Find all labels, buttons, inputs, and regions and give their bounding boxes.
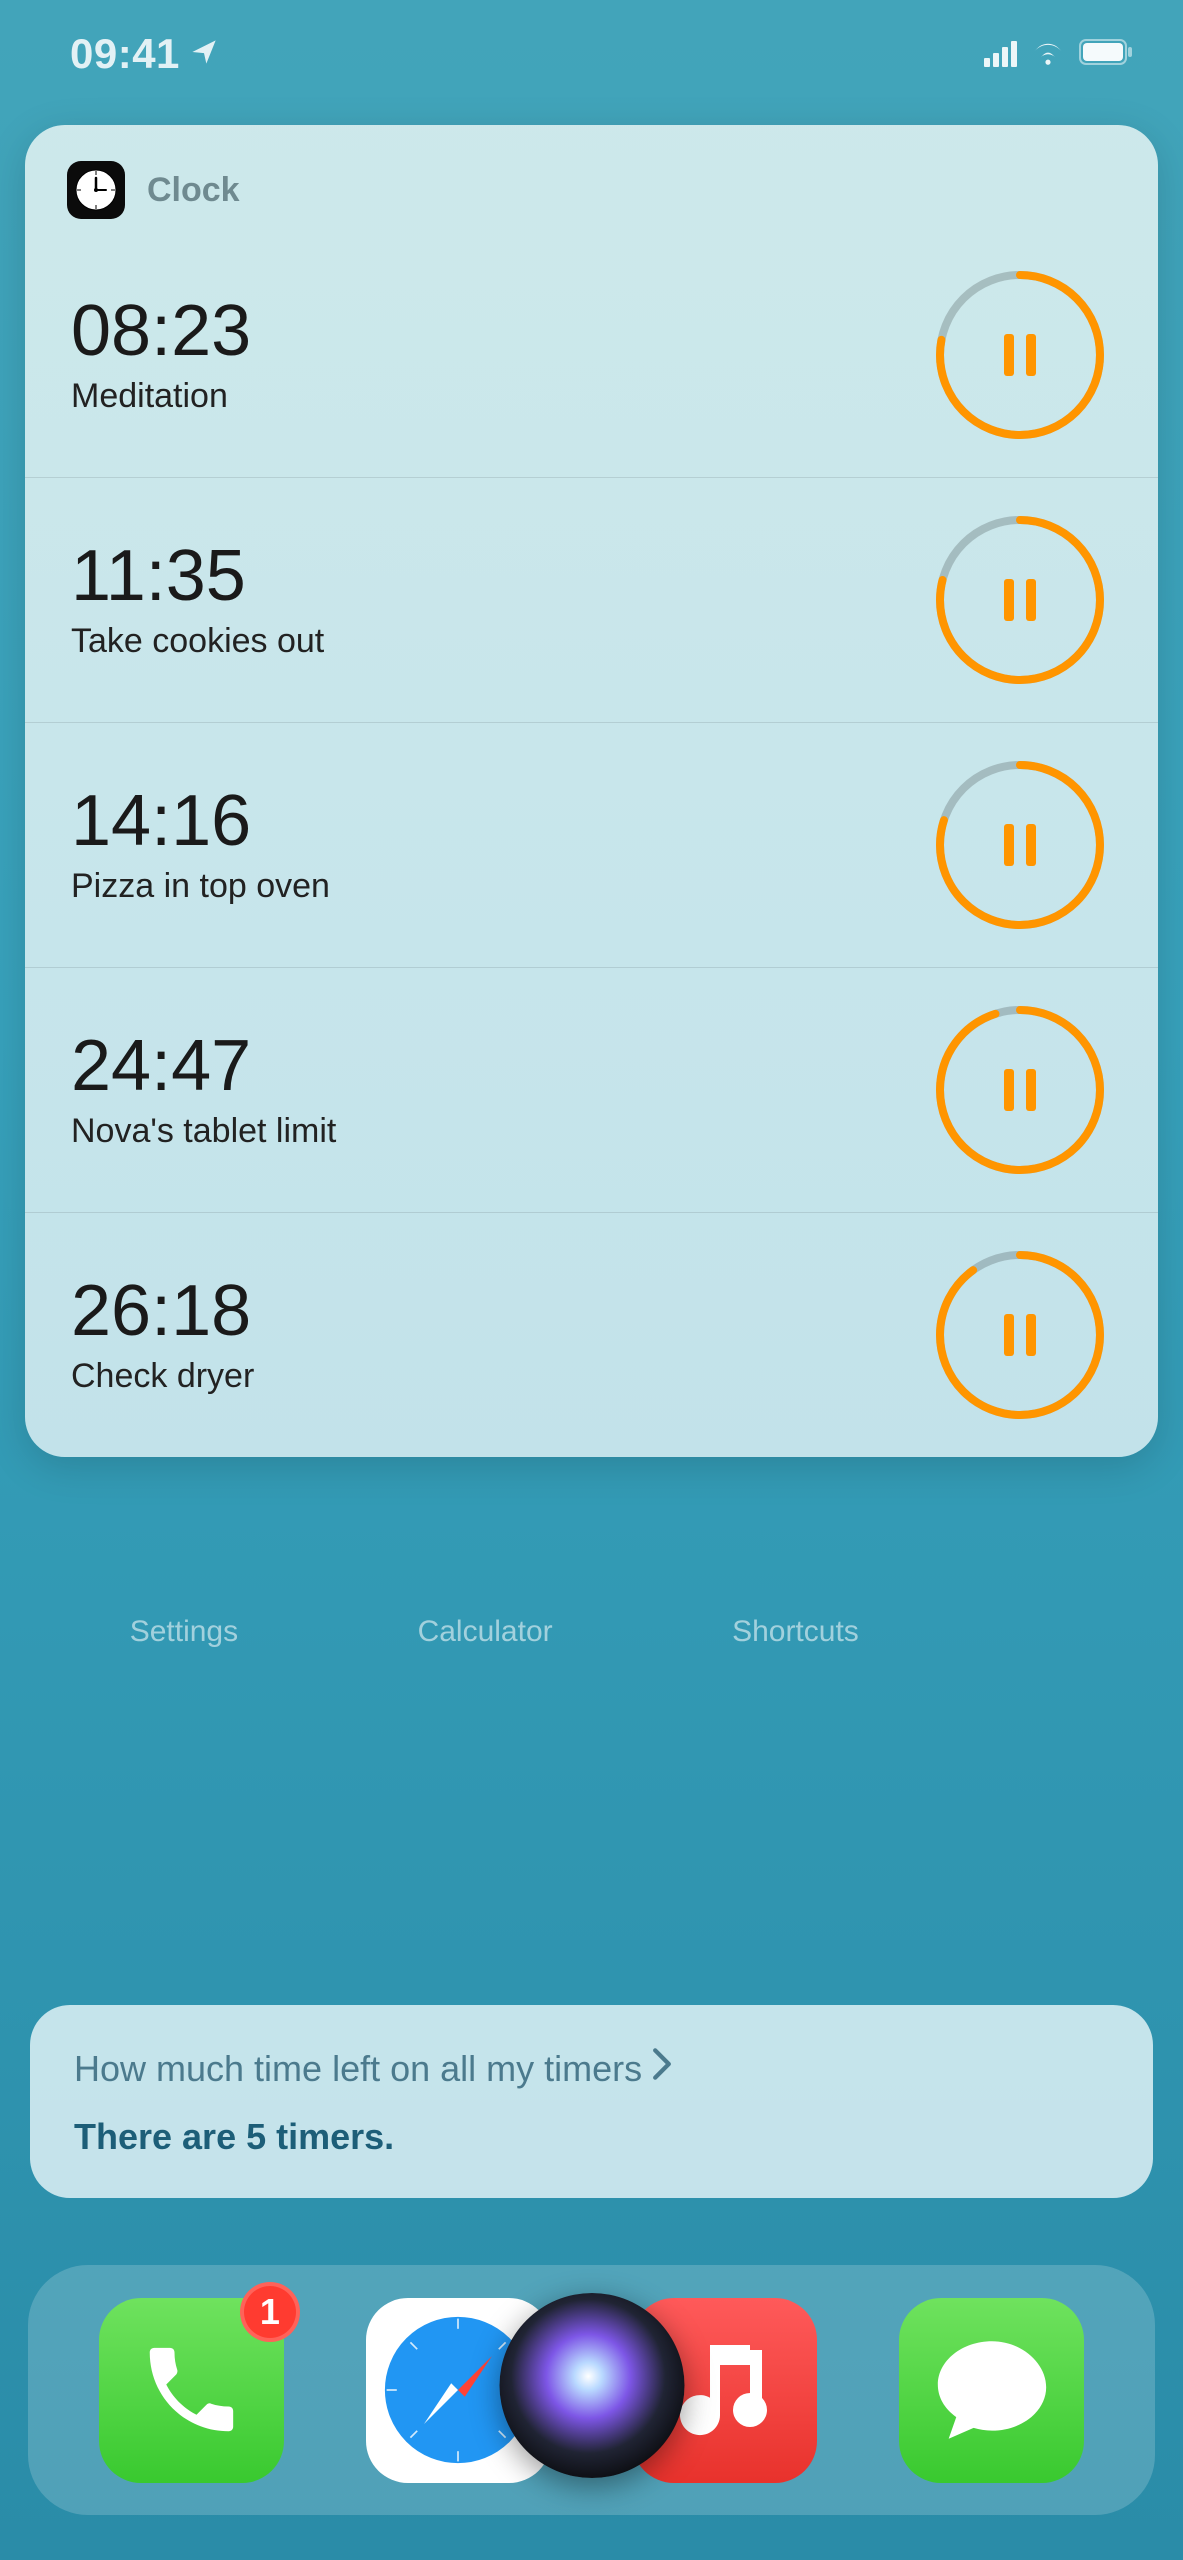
timer-info: 11:35 Take cookies out bbox=[71, 540, 324, 661]
pause-button[interactable] bbox=[934, 1004, 1106, 1176]
bg-app-label: Settings bbox=[130, 1615, 238, 1649]
phone-app-icon[interactable]: 1 bbox=[99, 2298, 284, 2483]
clock-app-icon bbox=[67, 161, 125, 219]
location-arrow-icon bbox=[190, 38, 218, 71]
timer-info: 26:18 Check dryer bbox=[71, 1275, 254, 1396]
siri-query-text: How much time left on all my timers bbox=[74, 2048, 642, 2090]
timer-label: Pizza in top oven bbox=[71, 867, 330, 906]
timer-row[interactable]: 26:18 Check dryer bbox=[25, 1212, 1158, 1457]
pause-button[interactable] bbox=[934, 1249, 1106, 1421]
timer-time: 26:18 bbox=[71, 1275, 254, 1347]
status-time: 09:41 bbox=[70, 30, 180, 78]
siri-query-row[interactable]: How much time left on all my timers bbox=[74, 2047, 1109, 2090]
card-header: Clock bbox=[25, 155, 1158, 249]
messages-app-icon[interactable] bbox=[899, 2298, 1084, 2483]
timer-row[interactable]: 14:16 Pizza in top oven bbox=[25, 722, 1158, 967]
timer-list: 08:23 Meditation 11:35 Take cookies out … bbox=[25, 249, 1158, 1457]
timer-time: 14:16 bbox=[71, 785, 330, 857]
siri-response-card[interactable]: How much time left on all my timers Ther… bbox=[30, 2005, 1153, 2198]
clock-timers-card[interactable]: Clock 08:23 Meditation 11:35 Take cookie… bbox=[25, 125, 1158, 1457]
app-title: Clock bbox=[147, 171, 240, 210]
pause-icon bbox=[934, 759, 1106, 931]
status-bar: 09:41 bbox=[0, 0, 1183, 90]
background-app-labels: Settings Calculator Shortcuts x bbox=[0, 1615, 1183, 1649]
status-right bbox=[984, 39, 1133, 70]
pause-icon bbox=[934, 1249, 1106, 1421]
timer-label: Nova's tablet limit bbox=[71, 1112, 336, 1151]
bg-app-label: Calculator bbox=[418, 1615, 553, 1649]
timer-time: 11:35 bbox=[71, 540, 324, 612]
siri-orb-icon[interactable] bbox=[499, 2293, 684, 2478]
timer-row[interactable]: 11:35 Take cookies out bbox=[25, 477, 1158, 722]
timer-label: Check dryer bbox=[71, 1357, 254, 1396]
timer-label: Take cookies out bbox=[71, 622, 324, 661]
pause-icon bbox=[934, 514, 1106, 686]
pause-icon bbox=[934, 1004, 1106, 1176]
timer-row[interactable]: 24:47 Nova's tablet limit bbox=[25, 967, 1158, 1212]
battery-icon bbox=[1079, 39, 1133, 70]
chevron-right-icon bbox=[650, 2047, 674, 2090]
wifi-icon bbox=[1031, 39, 1065, 70]
timer-info: 24:47 Nova's tablet limit bbox=[71, 1030, 336, 1151]
timer-info: 08:23 Meditation bbox=[71, 295, 251, 416]
pause-icon bbox=[934, 269, 1106, 441]
pause-button[interactable] bbox=[934, 269, 1106, 441]
timer-time: 24:47 bbox=[71, 1030, 336, 1102]
status-left: 09:41 bbox=[70, 30, 218, 78]
pause-button[interactable] bbox=[934, 514, 1106, 686]
siri-answer-text: There are 5 timers. bbox=[74, 2116, 1109, 2158]
notification-badge: 1 bbox=[240, 2282, 300, 2342]
timer-info: 14:16 Pizza in top oven bbox=[71, 785, 330, 906]
timer-row[interactable]: 08:23 Meditation bbox=[25, 249, 1158, 477]
bg-app-label: Shortcuts bbox=[732, 1615, 859, 1649]
timer-time: 08:23 bbox=[71, 295, 251, 367]
timer-label: Meditation bbox=[71, 377, 251, 416]
pause-button[interactable] bbox=[934, 759, 1106, 931]
cellular-signal-icon bbox=[984, 41, 1017, 67]
